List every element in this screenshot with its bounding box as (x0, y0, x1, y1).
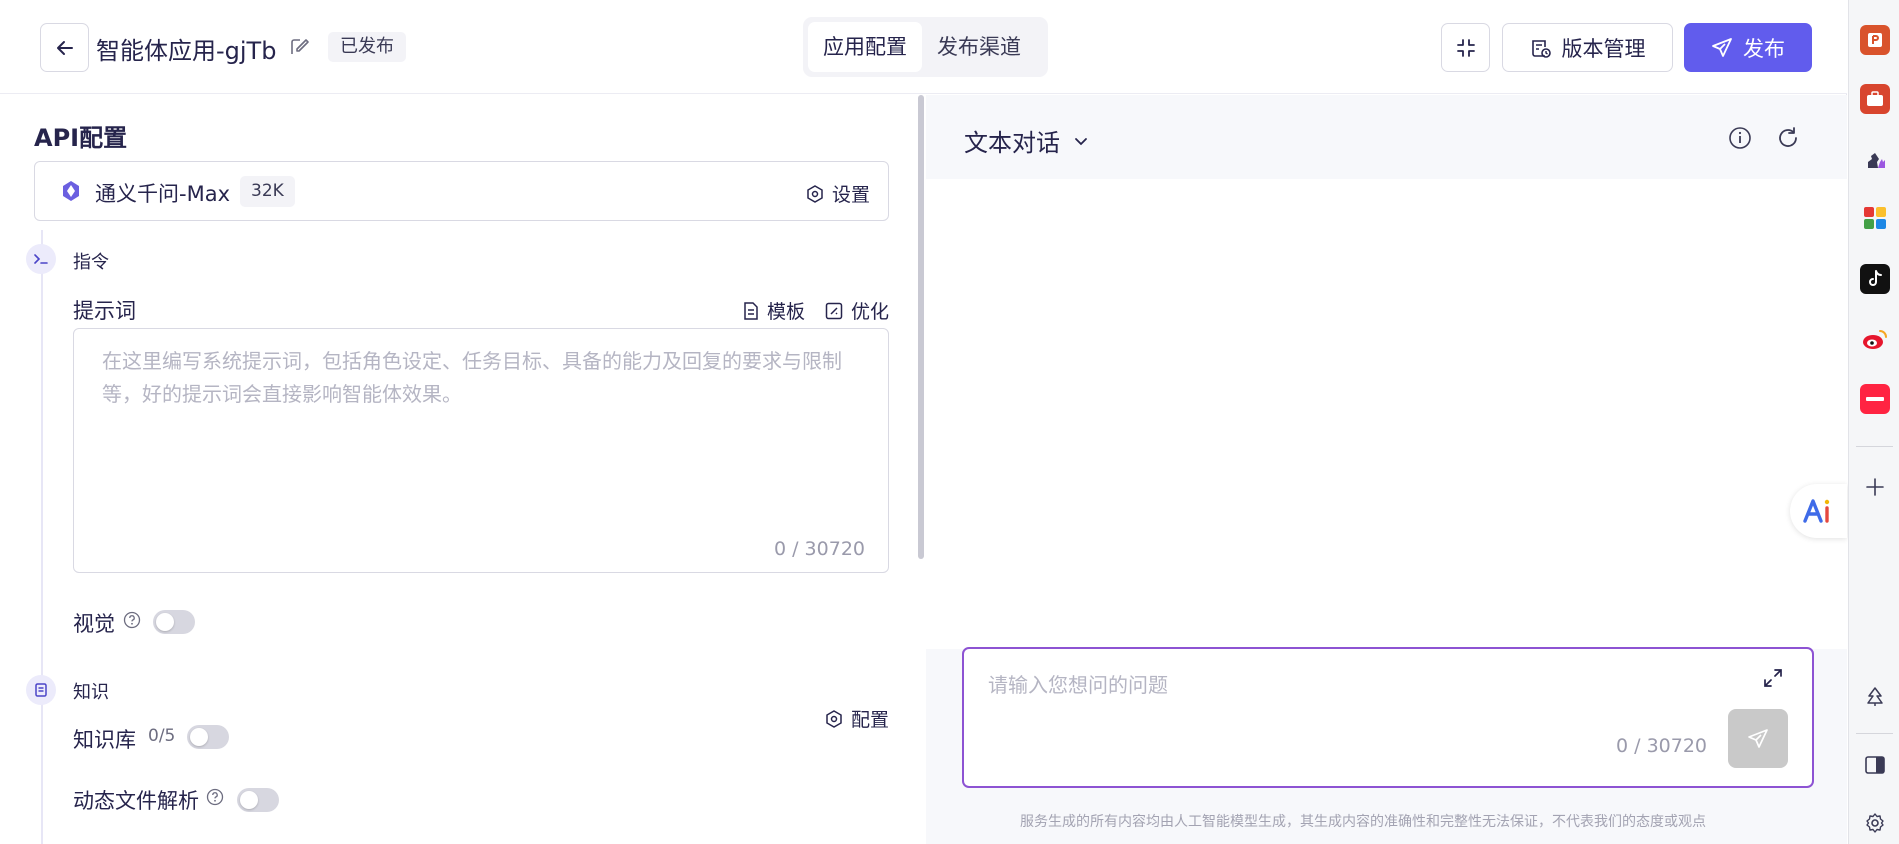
api-config-title: API配置 (34, 124, 128, 152)
prompt-textarea[interactable] (74, 329, 888, 572)
info-icon[interactable] (1727, 125, 1753, 151)
template-label: 模板 (767, 301, 806, 323)
settings-icon (807, 184, 823, 203)
document-icon (744, 301, 758, 320)
version-management-button[interactable]: 版本管理 (1502, 23, 1673, 72)
help-icon[interactable] (206, 788, 224, 806)
qwen-model-icon (63, 181, 79, 201)
toolbar-divider (1856, 733, 1893, 734)
settings-icon (826, 709, 842, 728)
edit-icon[interactable] (288, 36, 310, 58)
tree-icon[interactable] (1860, 682, 1890, 712)
knowledge-base-count: 0/5 (148, 726, 176, 746)
vision-toggle[interactable] (153, 610, 195, 634)
knowledge-base-toggle[interactable] (187, 725, 229, 749)
vision-label: 视觉 (73, 612, 115, 636)
knowledge-base-label: 知识库 (73, 728, 136, 752)
back-button[interactable] (40, 23, 89, 72)
split-screen-icon[interactable] (1860, 750, 1890, 780)
config-tabs: 应用配置 发布渠道 (803, 17, 1048, 77)
send-icon (1712, 37, 1732, 57)
config-panel: API配置 通义千问-Max 32K 设置 指令 提示词 模板 优化 0 (0, 95, 926, 844)
help-icon[interactable] (123, 611, 141, 629)
chat-input-container: 0 / 30720 (962, 647, 1814, 788)
arrow-left-icon (56, 40, 73, 55)
header-bar: 智能体应用-gjTb 已发布 应用配置 发布渠道 版本管理 发布 (0, 0, 1847, 94)
collapse-icon (1456, 38, 1475, 57)
model-settings-button[interactable]: 设置 (806, 180, 870, 207)
publish-button[interactable]: 发布 (1684, 23, 1812, 72)
chevron-down-icon (1075, 137, 1087, 145)
tiktok-icon[interactable] (1860, 264, 1890, 294)
app-title: 智能体应用-gjTb (96, 37, 277, 65)
knowledge-book-icon (26, 675, 56, 705)
magic-edit-icon (825, 302, 843, 319)
status-badge: 已发布 (328, 32, 406, 62)
chat-input[interactable] (964, 649, 1812, 739)
ai-disclaimer: 服务生成的所有内容均由人工智能模型生成，其生成内容的准确性和完整性无法保证，不代… (1020, 814, 1706, 830)
config-panel-scrollbar[interactable] (918, 95, 924, 559)
model-name: 通义千问-Max (95, 182, 230, 206)
terminal-icon (26, 244, 56, 274)
tab-app-config[interactable]: 应用配置 (808, 22, 922, 72)
chat-mode-label: 文本对话 (964, 129, 1060, 157)
dynamic-file-parse-label: 动态文件解析 (73, 789, 199, 813)
refresh-icon[interactable] (1775, 125, 1801, 151)
office-apps-icon[interactable] (1860, 203, 1890, 233)
instruction-step-label: 指令 (73, 252, 109, 273)
settings-icon[interactable] (1860, 808, 1890, 838)
prompt-editor: 0 / 30720 (73, 328, 889, 573)
version-label: 版本管理 (1561, 36, 1646, 61)
powerpoint-icon[interactable] (1860, 25, 1890, 55)
collapse-button[interactable] (1441, 23, 1490, 72)
vision-config-button[interactable]: 配置 (825, 705, 889, 732)
toolbar-divider (1856, 446, 1893, 447)
dynamic-file-parse-toggle[interactable] (237, 788, 279, 812)
tab-publish-channel[interactable]: 发布渠道 (922, 22, 1036, 72)
send-button[interactable] (1728, 709, 1788, 768)
app-window: 智能体应用-gjTb 已发布 应用配置 发布渠道 版本管理 发布 API配置 通… (0, 0, 1847, 844)
publish-label: 发布 (1743, 36, 1785, 61)
model-settings-label: 设置 (831, 184, 870, 206)
version-icon (1531, 39, 1551, 58)
vision-config-label: 配置 (851, 709, 890, 731)
weibo-icon[interactable] (1860, 324, 1890, 354)
add-icon[interactable] (1860, 472, 1890, 502)
ai-logo-icon (1802, 499, 1829, 523)
chat-message-area (926, 179, 1847, 649)
optimize-label: 优化 (851, 301, 890, 323)
prompt-char-counter: 0 / 30720 (773, 538, 865, 560)
optimize-button[interactable]: 优化 (825, 297, 889, 324)
chat-char-counter: 0 / 30720 (1616, 735, 1708, 757)
expand-icon[interactable] (1762, 667, 1784, 689)
chat-mode-selector[interactable]: 文本对话 (964, 123, 1090, 158)
browser-side-toolbar (1848, 0, 1899, 844)
prompt-label: 提示词 (73, 299, 136, 323)
model-selector[interactable]: 通义千问-Max 32K 设置 (34, 161, 889, 221)
chat-preview-panel: 文本对话 0 / 30720 服务生成的所有内容均由人工智能模型生成，其生成内容… (926, 95, 1847, 844)
knowledge-step-label: 知识 (73, 682, 109, 703)
model-context-badge: 32K (240, 176, 295, 207)
xiaohongshu-icon[interactable] (1860, 384, 1890, 414)
chess-icon[interactable] (1860, 144, 1890, 174)
toolbox-icon[interactable] (1860, 84, 1890, 114)
ai-assistant-float-button[interactable] (1790, 484, 1847, 538)
template-button[interactable]: 模板 (743, 297, 805, 324)
send-icon (1748, 728, 1768, 748)
steps-timeline (41, 230, 43, 844)
